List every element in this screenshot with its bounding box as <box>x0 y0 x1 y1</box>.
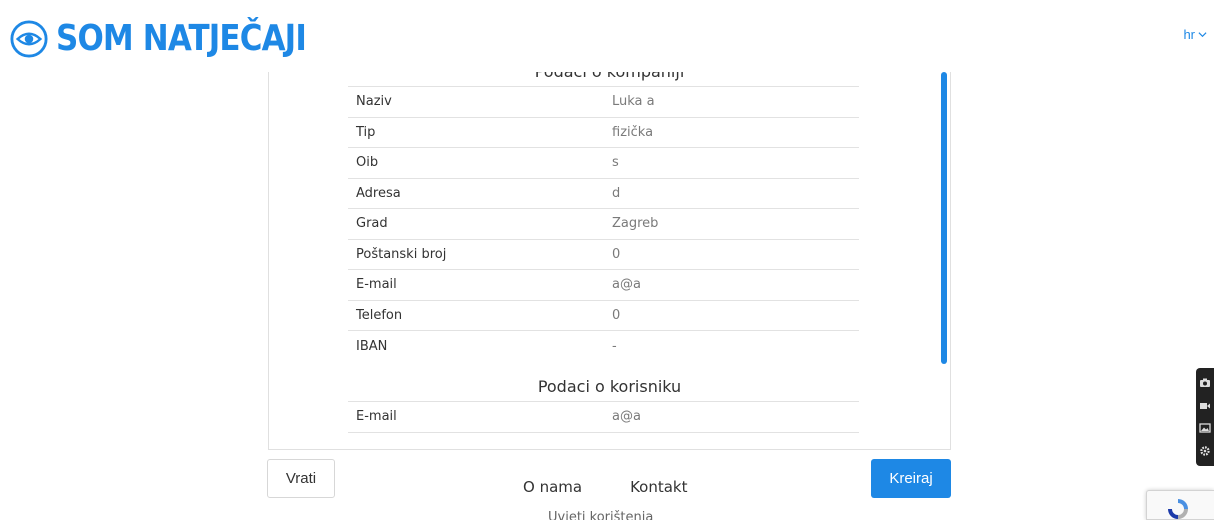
row-label: IBAN <box>348 330 604 361</box>
table-row: IBAN - <box>348 330 859 361</box>
footer-nav: O nama Kontakt <box>523 478 688 496</box>
row-label: Tip <box>348 116 604 148</box>
row-value: fizička <box>604 116 859 148</box>
card-scrollbar[interactable] <box>941 72 947 364</box>
row-label: E-mail <box>348 401 604 432</box>
card-scroll-content[interactable]: Podaci o kompaniji NazivLuka a Tipfizičk… <box>269 72 950 449</box>
recaptcha-icon <box>1168 499 1188 519</box>
row-value: d <box>604 177 859 209</box>
table-row: Adresa d <box>348 177 859 209</box>
table-row: Telefon 0 <box>348 299 859 331</box>
video-icon[interactable] <box>1199 400 1211 412</box>
user-table: E-mail a@a <box>348 401 859 449</box>
site-logo[interactable]: SOM NATJEČAJI <box>10 14 347 64</box>
row-value: Zagreb <box>604 208 859 239</box>
footer-link-terms[interactable]: Uvjeti korištenja <box>548 510 653 520</box>
row-value: Luka a <box>604 86 859 117</box>
create-button[interactable]: Kreiraj <box>871 459 951 498</box>
back-button[interactable]: Vrati <box>267 459 335 498</box>
logo-text: SOM NATJEČAJI <box>56 18 307 59</box>
table-row: E-mail a@a <box>348 401 859 432</box>
camera-icon[interactable] <box>1199 377 1211 389</box>
table-row: Oib s <box>348 147 859 178</box>
screenshot-tool-strip <box>1196 368 1214 466</box>
row-value: 0 <box>604 238 859 270</box>
company-table: Naziv Luka a Tip fizička Oib s Adresa d Grad… <box>348 86 859 361</box>
row-value: s <box>604 147 859 178</box>
table-row <box>348 431 859 449</box>
footer-link-about[interactable]: O nama <box>523 478 582 496</box>
row-label: E-mail <box>348 269 604 300</box>
row-label: Naziv <box>348 86 604 117</box>
company-section-title: Podaci o kompaniji <box>269 72 950 86</box>
table-row: Poštanski broj 0 <box>348 238 859 270</box>
row-value: - <box>604 330 859 361</box>
chevron-down-icon <box>1198 32 1207 38</box>
image-icon[interactable] <box>1199 422 1211 434</box>
logo-eye-icon <box>10 20 48 58</box>
user-section-title: Podaci o korisniku <box>537 377 682 396</box>
language-selector[interactable]: hr <box>1183 27 1207 42</box>
row-value: 0 <box>604 299 859 331</box>
footer-link-contact[interactable]: Kontakt <box>630 478 687 496</box>
table-row: E-mail a@a <box>348 269 859 300</box>
table-row: Tip fizička <box>348 116 859 148</box>
row-label: Grad <box>348 208 604 239</box>
settings-icon[interactable] <box>1199 445 1211 457</box>
row-value: a@a <box>604 401 859 432</box>
row-value: a@a <box>604 269 859 300</box>
table-row: Grad Zagreb <box>348 208 859 239</box>
recaptcha-badge <box>1146 490 1214 520</box>
row-label: Telefon <box>348 299 604 331</box>
row-label: Adresa <box>348 177 604 209</box>
review-card: Podaci o kompaniji NazivLuka a Tipfizičk… <box>268 72 951 450</box>
language-code: hr <box>1183 27 1195 42</box>
row-label: Poštanski broj <box>348 238 604 270</box>
row-label: Oib <box>348 147 604 178</box>
table-row: Naziv Luka a <box>348 86 859 117</box>
